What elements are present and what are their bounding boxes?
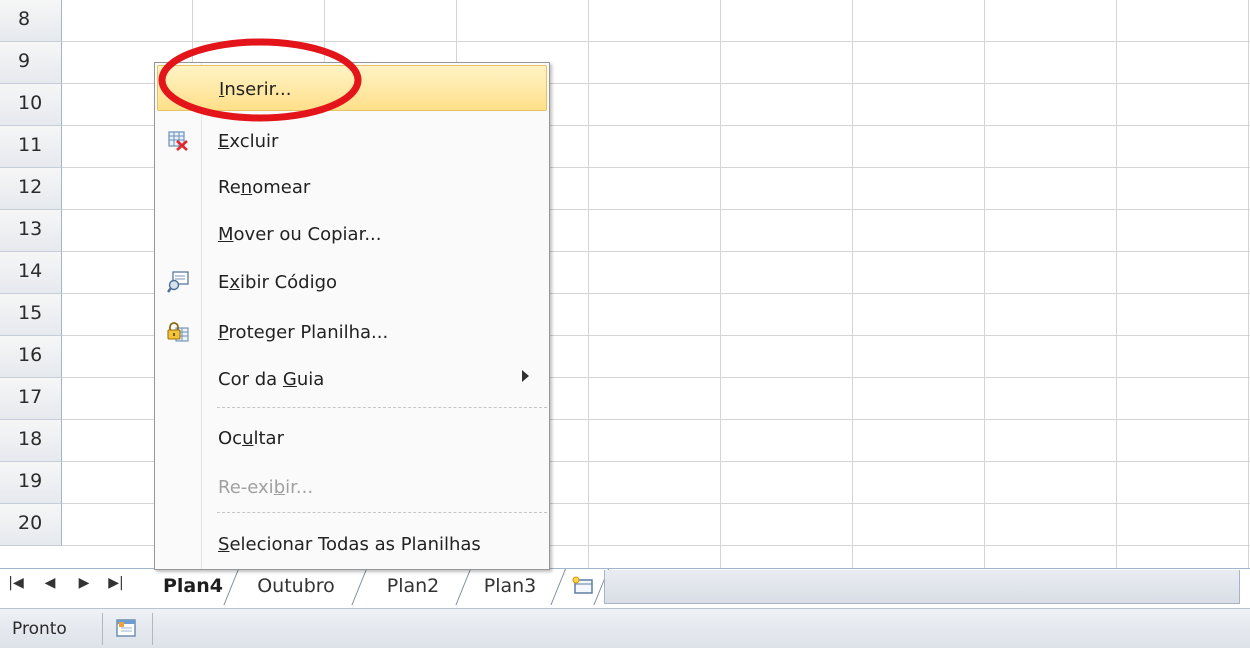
row-header[interactable]: 10 [0,84,62,126]
menu-item-cor-da-guia[interactable]: Cor da Guia [157,356,547,402]
row-header[interactable]: 15 [0,294,62,336]
column-gridline [1116,0,1117,568]
delete-sheet-icon [167,130,189,152]
record-macro-icon[interactable] [116,619,136,637]
menu-item-re-exibir: Re-exibir... [157,464,547,510]
menu-item-label: Proteger Planilha... [218,322,389,343]
menu-item-inserir[interactable]: Inserir... [157,65,547,111]
menu-item-label: Exibir Código [218,272,338,293]
view-code-icon [167,271,189,293]
menu-item-exibir-codigo[interactable]: Exibir Código [157,259,547,305]
column-gridline [852,0,853,568]
last-sheet-icon[interactable]: ▶| [106,575,126,591]
submenu-arrow-icon [522,370,529,382]
menu-item-label: Ocultar [218,428,284,449]
sheet-tab-bar: |◀ ◀ ▶ ▶| Plan4 Outubro Plan2 Plan3 [0,568,1250,608]
menu-item-label: Re-exibir... [218,477,314,498]
grid-row[interactable]: 8 [0,0,1250,42]
status-text: Pronto [12,619,67,639]
protect-sheet-icon [167,321,189,343]
insert-sheet-button[interactable] [564,569,604,604]
status-divider [152,613,153,645]
sheet-tab-plan4[interactable]: Plan4 [148,569,238,604]
menu-item-label: Excluir [218,131,279,152]
row-header[interactable]: 12 [0,168,62,210]
row-header[interactable]: 9 [0,42,62,84]
column-gridline [984,0,985,568]
sheet-tab-plan2[interactable]: Plan2 [370,569,456,604]
row-header[interactable]: 20 [0,504,62,546]
menu-item-label: Mover ou Copiar... [218,224,382,245]
next-sheet-icon[interactable]: ▶ [74,575,94,591]
status-divider [102,613,103,645]
menu-item-renomear[interactable]: Renomear [157,164,547,210]
row-header[interactable]: 18 [0,420,62,462]
horizontal-scroll-area[interactable] [604,570,1240,604]
menu-item-proteger-planilha[interactable]: Proteger Planilha... [157,309,547,355]
row-header[interactable]: 16 [0,336,62,378]
row-header[interactable]: 8 [0,0,62,42]
status-bar: Pronto [0,608,1250,648]
sheet-tab-plan3[interactable]: Plan3 [470,569,550,604]
column-gridline [1248,0,1249,568]
menu-item-label: Cor da Guia [218,369,325,390]
sheet-tab-outubro[interactable]: Outubro [246,569,346,604]
menu-item-excluir[interactable]: Excluir [157,118,547,164]
column-gridline [720,0,721,568]
menu-item-ocultar[interactable]: Ocultar [157,415,547,461]
tab-divider [351,569,367,605]
sheet-tab-context-menu: Inserir... Excluir Renomear Mover ou Copiar… [154,62,550,570]
menu-separator [217,407,547,408]
tab-divider [455,569,471,605]
menu-item-label: Selecionar Todas as Planilhas [218,534,481,555]
first-sheet-icon[interactable]: |◀ [6,575,26,591]
row-header[interactable]: 17 [0,378,62,420]
menu-item-selecionar-todas-as-planilhas[interactable]: Selecionar Todas as Planilhas [157,521,547,567]
row-header[interactable]: 11 [0,126,62,168]
insert-sheet-icon [572,576,593,594]
menu-item-label: Inserir... [219,79,292,100]
menu-separator [217,512,547,513]
menu-item-label: Renomear [218,177,311,198]
row-header[interactable]: 19 [0,462,62,504]
row-header[interactable]: 13 [0,210,62,252]
row-header[interactable]: 14 [0,252,62,294]
menu-item-mover-ou-copiar[interactable]: Mover ou Copiar... [157,211,547,257]
column-gridline [588,0,589,568]
prev-sheet-icon[interactable]: ◀ [40,575,60,591]
